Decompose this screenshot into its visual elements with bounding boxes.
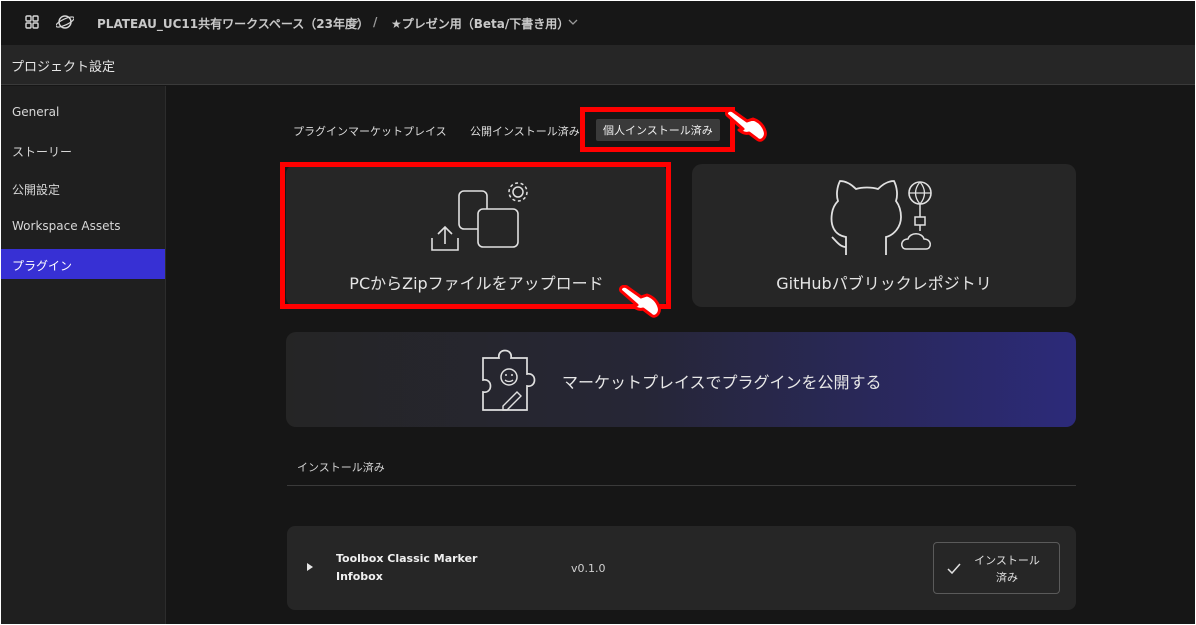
section-divider bbox=[287, 485, 1076, 486]
github-repo-card[interactable]: GitHubパブリックレポジトリ bbox=[692, 164, 1076, 307]
github-cat-icon bbox=[830, 180, 932, 255]
sidebar-item-plugins[interactable]: プラグイン bbox=[1, 249, 165, 279]
breadcrumb-separator: / bbox=[373, 15, 378, 29]
pointing-hand-icon bbox=[725, 109, 767, 142]
installed-status-label: インストール 済み bbox=[972, 552, 1042, 586]
top-bar: PLATEAU_UC11共有ワークスペース（23年度） / ★プレゼン用（Bet… bbox=[1, 1, 1195, 45]
globe-logo-icon[interactable] bbox=[56, 13, 74, 31]
check-icon bbox=[947, 563, 961, 575]
dashboard-grid-icon[interactable] bbox=[23, 13, 41, 31]
sidebar-item-story[interactable]: ストーリー bbox=[1, 135, 165, 165]
page-title: プロジェクト設定 bbox=[11, 60, 116, 75]
page-header: プロジェクト設定 bbox=[1, 45, 1195, 85]
tab-marketplace[interactable]: プラグインマーケットプレイス bbox=[293, 123, 447, 139]
settings-sidebar: General ストーリー 公開設定 Workspace Assets プラグイ… bbox=[1, 86, 166, 624]
tab-public-installed[interactable]: 公開インストール済み bbox=[470, 123, 580, 139]
app-window: PLATEAU_UC11共有ワークスペース（23年度） / ★プレゼン用（Bet… bbox=[1, 1, 1195, 624]
installed-section-title: インストール済み bbox=[297, 461, 385, 474]
sidebar-item-publish-settings[interactable]: 公開設定 bbox=[1, 173, 165, 203]
installed-status-button[interactable]: インストール 済み bbox=[933, 542, 1060, 594]
highlight-box bbox=[280, 162, 671, 309]
plugin-version: v0.1.0 bbox=[571, 562, 606, 575]
expand-triangle-icon[interactable] bbox=[307, 563, 313, 571]
github-repo-label: GitHubパブリックレポジトリ bbox=[776, 274, 992, 293]
highlight-box bbox=[580, 107, 735, 152]
status-line1: インストール bbox=[974, 554, 1040, 567]
chevron-down-icon[interactable] bbox=[349, 16, 361, 28]
sidebar-item-workspace-assets[interactable]: Workspace Assets bbox=[1, 211, 165, 241]
puzzle-piece-icon bbox=[482, 349, 536, 411]
status-line2: 済み bbox=[996, 571, 1018, 584]
breadcrumb-project[interactable]: ★プレゼン用（Beta/下書き用） bbox=[391, 15, 569, 32]
plugin-name-line1: Toolbox Classic Marker bbox=[336, 552, 478, 565]
sidebar-item-general[interactable]: General bbox=[1, 97, 165, 127]
breadcrumb-workspace[interactable]: PLATEAU_UC11共有ワークスペース（23年度） bbox=[97, 15, 369, 32]
plugin-name: Toolbox Classic Marker Infobox bbox=[336, 550, 496, 586]
installed-plugin-row[interactable]: Toolbox Classic Marker Infobox v0.1.0 イン… bbox=[287, 526, 1076, 610]
plugin-name-line2: Infobox bbox=[336, 570, 383, 583]
chevron-down-icon[interactable] bbox=[567, 16, 579, 28]
publish-marketplace-label: マーケットプレイスでプラグインを公開する bbox=[562, 373, 882, 392]
publish-marketplace-banner[interactable]: マーケットプレイスでプラグインを公開する bbox=[286, 332, 1076, 427]
pointing-hand-icon bbox=[619, 285, 661, 318]
